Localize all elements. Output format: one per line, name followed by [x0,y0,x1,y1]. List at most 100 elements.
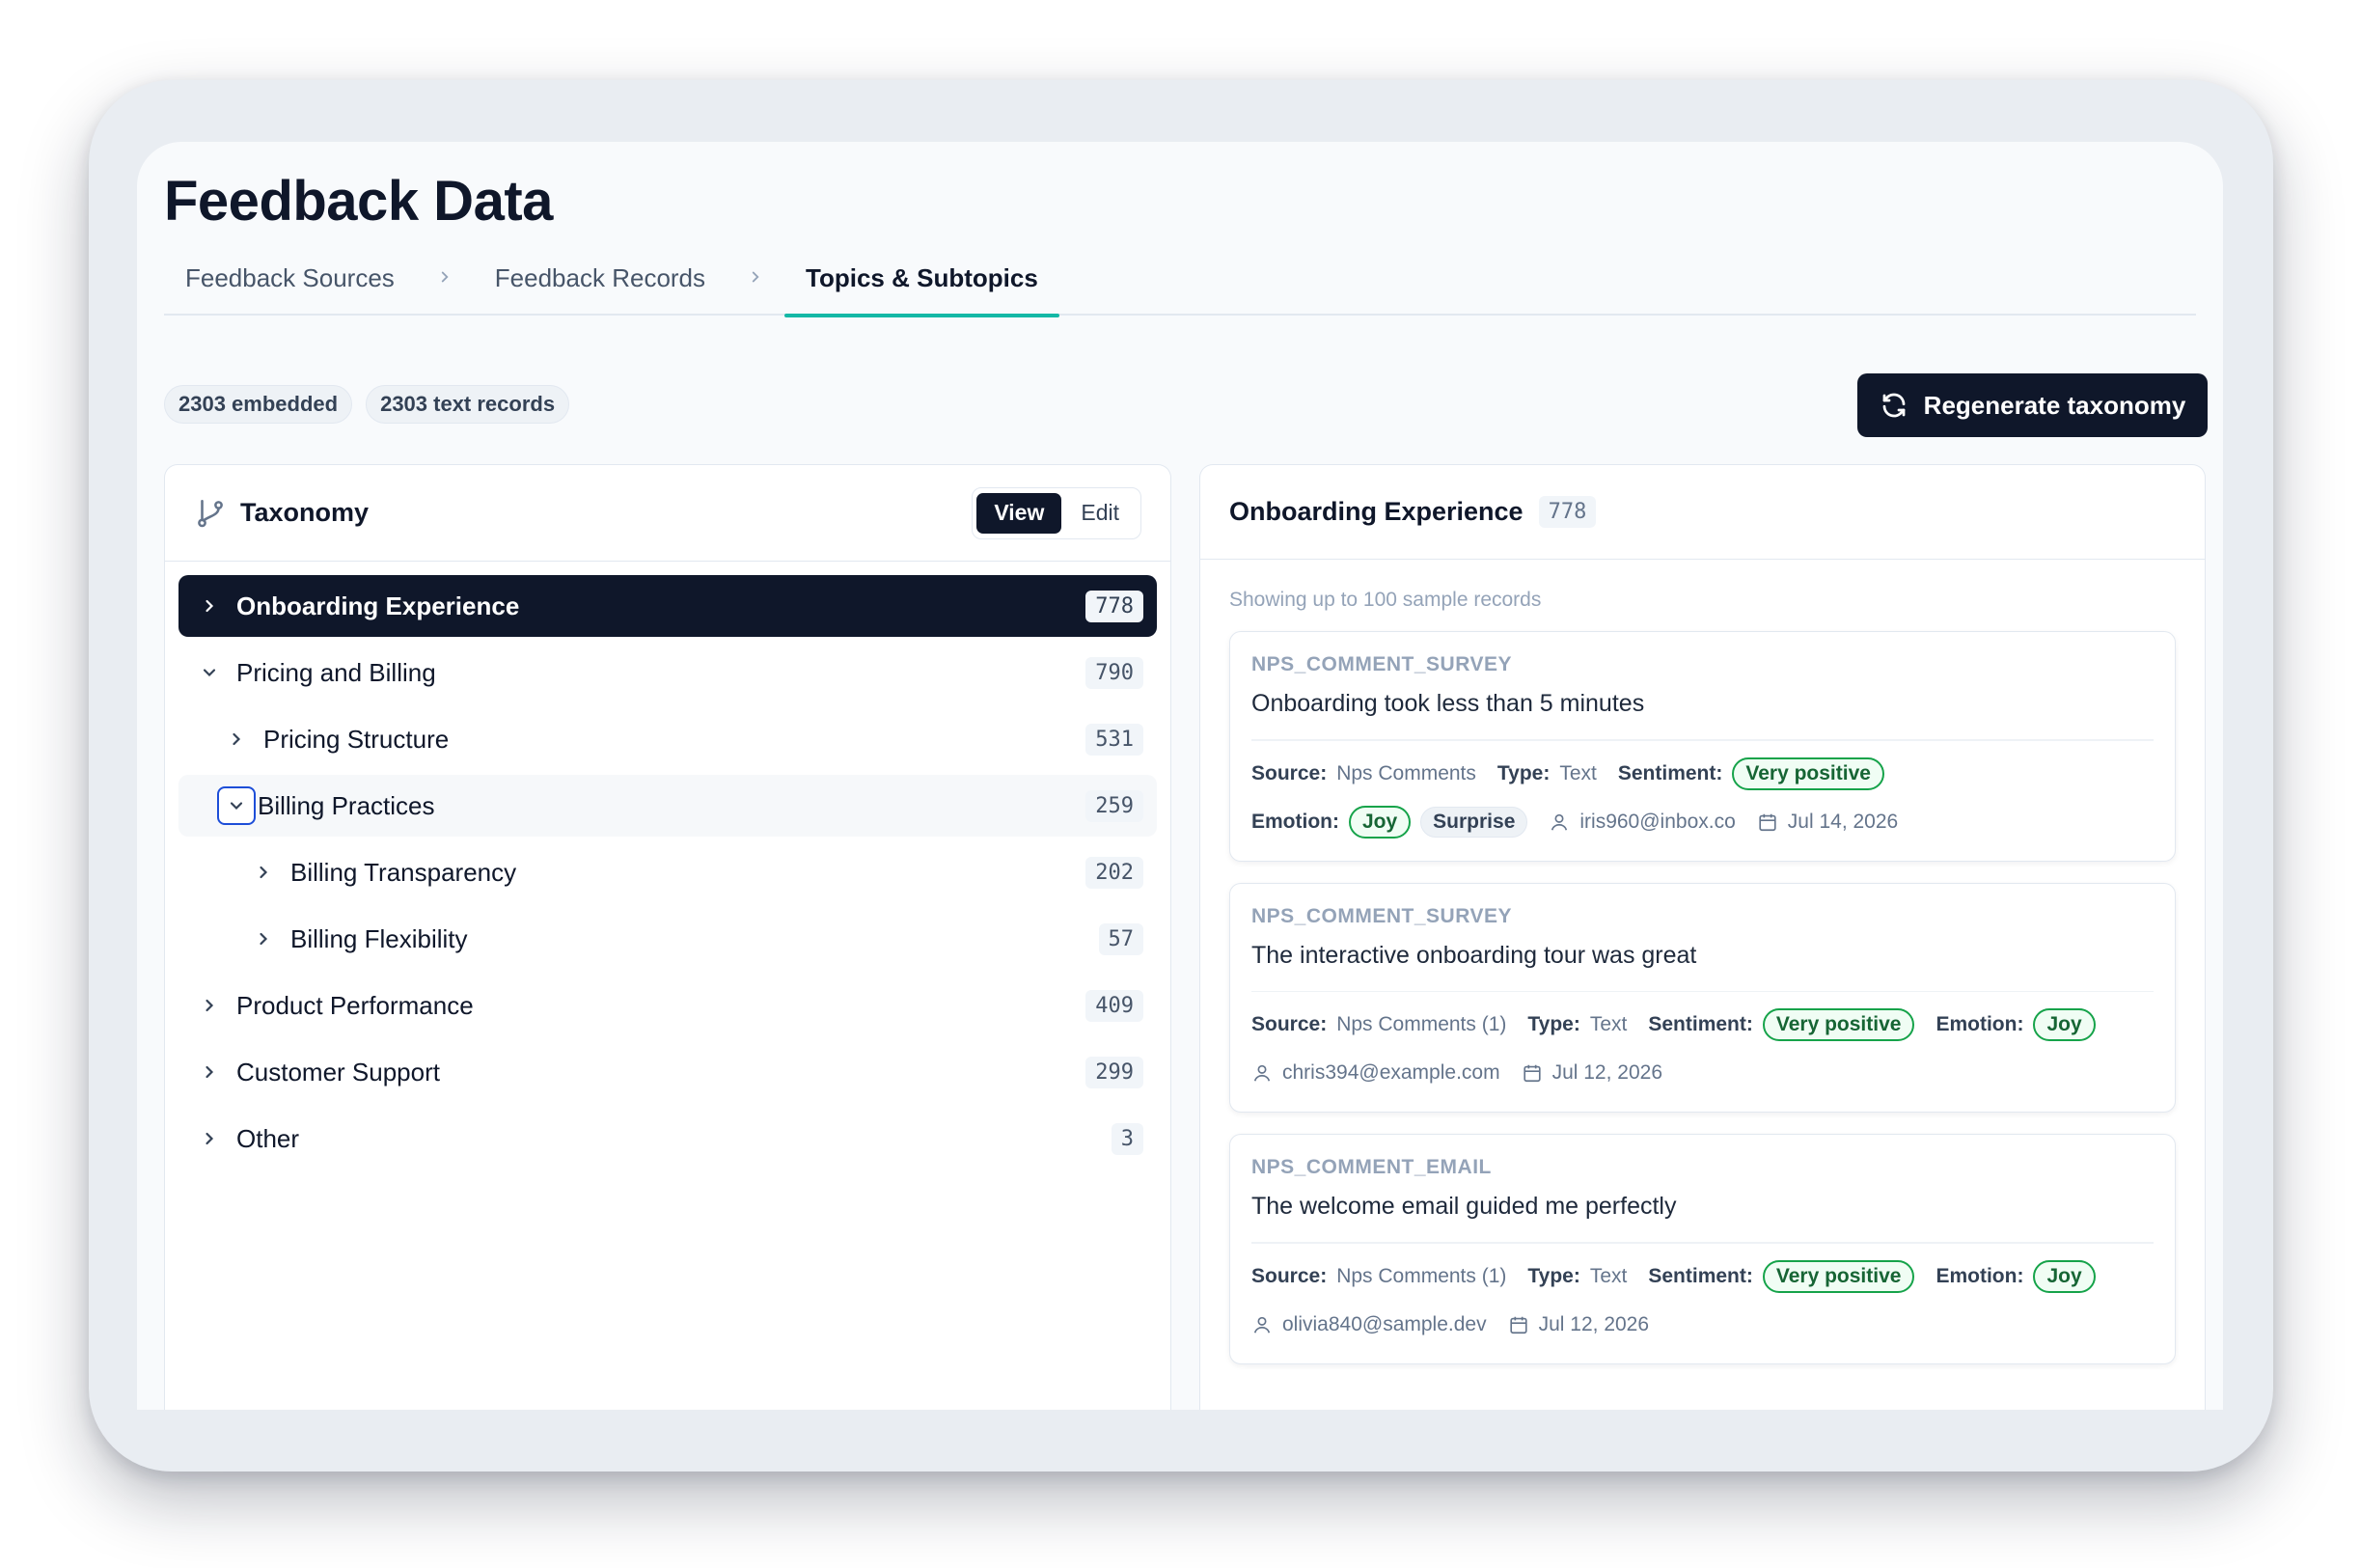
tree-node-product-performance[interactable]: Product Performance 409 [178,975,1157,1036]
chevron-down-icon[interactable] [217,786,256,825]
tree-node-label: Onboarding Experience [236,591,520,620]
tree-node-other[interactable]: Other 3 [178,1108,1157,1169]
tree-node-label: Billing Flexibility [290,923,468,953]
record-card[interactable]: NPS_COMMENT_EMAIL The welcome email guid… [1229,1134,2176,1364]
showing-note: Showing up to 100 sample records [1229,589,1542,611]
chevron-right-icon[interactable] [190,986,229,1025]
tree-node-billing-flexibility[interactable]: Billing Flexibility 57 [178,908,1157,970]
user-icon [1551,813,1568,831]
tree-node-label: Billing Transparency [290,857,517,887]
tree-node-count: 57 [1098,922,1143,955]
emotion-badge: Joy [1348,805,1412,839]
emotion-label: Emotion: [1935,1264,2024,1287]
record-user: olivia840@sample.dev [1282,1312,1487,1335]
source-label: Source: [1251,761,1328,784]
emotion-badge: Joy [2033,1008,2096,1041]
type-label: Type: [1527,1264,1580,1287]
tab-feedback-records[interactable]: Feedback Records [474,256,727,316]
taxonomy-header: Taxonomy View Edit [165,465,1170,562]
detail-count-badge: 778 [1538,496,1597,528]
record-user: chris394@example.com [1282,1061,1500,1084]
record-card[interactable]: NPS_COMMENT_SURVEY Onboarding took less … [1229,631,2176,862]
tree-node-count: 3 [1111,1122,1143,1155]
taxonomy-panel: Taxonomy View Edit Onboarding Experience… [164,464,1171,1410]
type-value: Text [1589,1264,1628,1287]
tree-node-billing-practices[interactable]: Billing Practices 259 [178,775,1157,837]
view-mode-button[interactable]: View [976,492,1062,534]
app-screen: Feedback Data Feedback Sources Feedback … [137,142,2223,1410]
git-branch-icon [198,499,223,527]
emotion-label: Emotion: [1935,1013,2024,1035]
record-source-type: NPS_COMMENT_SURVEY [1251,904,1513,927]
tree-node-count: 778 [1085,590,1143,622]
detail-header: Onboarding Experience 778 [1200,465,2205,560]
chevron-right-icon[interactable] [244,920,283,958]
source-value: Nps Comments [1336,761,1476,784]
chevron-right-icon[interactable] [217,720,256,758]
tree-node-count: 790 [1085,656,1143,689]
tab-feedback-sources[interactable]: Feedback Sources [164,256,416,316]
record-source-type: NPS_COMMENT_SURVEY [1251,653,1513,675]
chevron-down-icon[interactable] [190,653,229,692]
tree-node-label: Other [236,1123,300,1153]
breadcrumb-tabs: Feedback Sources Feedback Records Topics… [164,256,2196,317]
tree-node-count: 409 [1085,989,1143,1022]
source-label: Source: [1251,1013,1328,1035]
user-icon [1253,1316,1271,1334]
tree-node-count: 299 [1085,1056,1143,1088]
record-date: Jul 14, 2026 [1787,810,1899,833]
tree-node-label: Product Performance [236,990,474,1020]
calendar-icon [1759,813,1776,831]
tree-node-customer-support[interactable]: Customer Support 299 [178,1041,1157,1103]
record-source-type: NPS_COMMENT_EMAIL [1251,1156,1492,1178]
chevron-right-icon[interactable] [190,1119,229,1158]
topic-detail-panel: Onboarding Experience 778 Showing up to … [1199,464,2206,1410]
chevron-right-icon[interactable] [190,587,229,625]
regenerate-taxonomy-button[interactable]: Regenerate taxonomy [1857,373,2208,437]
record-meta: Source: Nps Comments Type: Text Sentiment:… [1230,741,2175,861]
edit-mode-button[interactable]: Edit [1063,493,1137,534]
emotion-badge: Joy [2033,1259,2096,1293]
source-value: Nps Comments (1) [1336,1013,1507,1035]
tree-node-count: 531 [1085,723,1143,756]
source-value: Nps Comments (1) [1336,1264,1507,1287]
chevron-right-icon [727,256,784,298]
type-value: Text [1559,761,1597,784]
chevron-right-icon[interactable] [190,1053,229,1091]
sentiment-label: Sentiment: [1617,761,1723,784]
tree-node-label: Customer Support [236,1057,440,1087]
tab-topics-subtopics[interactable]: Topics & Subtopics [784,256,1059,317]
type-label: Type: [1496,761,1551,784]
stats-pills: 2303 embedded 2303 text records [164,385,570,424]
record-text: Onboarding took less than 5 minutes [1251,690,1645,717]
taxonomy-title: Taxonomy [240,498,370,527]
tree-node-onboarding-experience[interactable]: Onboarding Experience 778 [178,575,1157,637]
chevron-right-icon[interactable] [244,853,283,892]
sentiment-badge: Very positive [1762,1259,1915,1293]
record-text: The interactive onboarding tour was grea… [1251,941,1697,969]
detail-title: Onboarding Experience [1229,497,1524,526]
source-label: Source: [1251,1264,1328,1287]
tree-node-label: Pricing and Billing [236,657,436,687]
tree-node-pricing-structure[interactable]: Pricing Structure 531 [178,708,1157,770]
record-card[interactable]: NPS_COMMENT_SURVEY The interactive onboa… [1229,882,2176,1113]
record-date: Jul 12, 2026 [1551,1061,1663,1084]
tree-node-billing-transparency[interactable]: Billing Transparency 202 [178,841,1157,903]
tree-node-count: 259 [1085,789,1143,822]
chevron-right-icon [416,256,474,298]
view-edit-toggle: View Edit [972,486,1141,539]
taxonomy-tree: Onboarding Experience 778 Pricing and Bi… [165,562,1170,1169]
page-title: Feedback Data [164,170,553,233]
sentiment-label: Sentiment: [1648,1264,1753,1287]
text-records-badge: 2303 text records [366,385,570,424]
tree-node-pricing-and-billing[interactable]: Pricing and Billing 790 [178,642,1157,703]
record-date: Jul 12, 2026 [1538,1312,1650,1335]
emotion-label: Emotion: [1251,810,1339,833]
record-meta: Source: Nps Comments (1) Type: Text Sentim… [1230,1244,2175,1363]
tree-node-count: 202 [1085,856,1143,889]
type-value: Text [1589,1013,1628,1035]
calendar-icon [1509,1316,1527,1334]
sentiment-badge: Very positive [1732,756,1884,790]
regenerate-label: Regenerate taxonomy [1923,390,2186,420]
sentiment-label: Sentiment: [1648,1013,1753,1035]
